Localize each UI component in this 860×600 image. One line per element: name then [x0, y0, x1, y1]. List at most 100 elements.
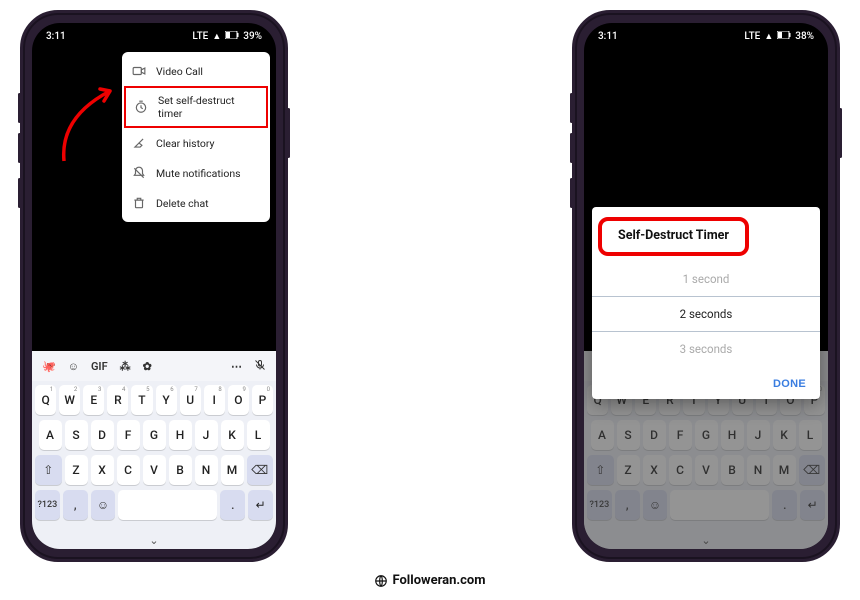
- key-w[interactable]: W2: [59, 385, 80, 415]
- chat-area: Video Call Set self-destruct timer Clear…: [32, 49, 276, 549]
- keyboard-rows: Q1W2E3R4T5Y6U7I8O9P0 ASDFGHJKL ⇧ZXCVBNM⌫…: [584, 381, 828, 531]
- key-l[interactable]: L: [247, 420, 270, 450]
- battery-icon: [777, 31, 791, 42]
- chevron-down-icon: ⌄: [701, 534, 710, 547]
- key-shift[interactable]: ⇧: [587, 455, 614, 485]
- broom-icon: [132, 136, 146, 150]
- picker-option[interactable]: 3 seconds: [592, 332, 820, 366]
- key-x[interactable]: X: [643, 455, 666, 485]
- key-l[interactable]: L: [799, 420, 822, 450]
- signal-icon: ▲: [764, 31, 773, 42]
- key-g[interactable]: G: [695, 420, 718, 450]
- key-comma[interactable]: ,: [615, 490, 640, 520]
- nav-gesture-hint: ⌄: [32, 531, 276, 549]
- menu-item-clear-history[interactable]: Clear history: [122, 128, 270, 158]
- key-x[interactable]: X: [91, 455, 114, 485]
- done-button[interactable]: DONE: [773, 378, 806, 390]
- key-s[interactable]: S: [65, 420, 88, 450]
- chat-area: Self-Destruct Timer 1 second 2 seconds 3…: [584, 49, 828, 549]
- key-f[interactable]: F: [117, 420, 140, 450]
- sticker-icon[interactable]: ☺: [68, 360, 79, 373]
- key-comma[interactable]: ,: [63, 490, 88, 520]
- key-backspace[interactable]: ⌫: [799, 455, 826, 485]
- keyboard-rows: Q1W2E3R4T5Y6U7I8O9P0 ASDFGHJKL ⇧ZXCVBNM⌫…: [32, 381, 276, 531]
- key-u[interactable]: U7: [180, 385, 201, 415]
- camera-notch: [697, 23, 715, 41]
- more-icon[interactable]: ⋯: [231, 360, 242, 373]
- picker-option-selected[interactable]: 2 seconds: [592, 296, 820, 332]
- key-d[interactable]: D: [643, 420, 666, 450]
- key-e[interactable]: E3: [83, 385, 104, 415]
- key-n[interactable]: N: [195, 455, 218, 485]
- key-d[interactable]: D: [91, 420, 114, 450]
- camera-notch: [145, 23, 163, 41]
- key-c[interactable]: C: [117, 455, 140, 485]
- mic-icon[interactable]: [254, 359, 266, 374]
- key-enter[interactable]: ↵: [800, 490, 825, 520]
- key-z[interactable]: Z: [65, 455, 88, 485]
- menu-item-label: Clear history: [156, 137, 215, 150]
- key-mode[interactable]: ?123: [35, 490, 60, 520]
- kb-row-4: ?123 , ☺ . ↵: [587, 490, 825, 520]
- key-p[interactable]: P0: [252, 385, 273, 415]
- key-space[interactable]: [670, 490, 769, 520]
- key-h[interactable]: H: [721, 420, 744, 450]
- key-space[interactable]: [118, 490, 217, 520]
- key-s[interactable]: S: [617, 420, 640, 450]
- key-period[interactable]: .: [220, 490, 245, 520]
- gif-button[interactable]: GIF: [91, 360, 108, 373]
- key-z[interactable]: Z: [617, 455, 640, 485]
- key-shift[interactable]: ⇧: [35, 455, 62, 485]
- phone-right: 3:11 LTE ▲ 38% Self-Destruct Timer: [572, 10, 840, 562]
- key-n[interactable]: N: [747, 455, 770, 485]
- keyboard: 🐙 ☺ GIF ⁂ ✿ ⋯ Q1W2E3R4T5Y6U7I8O9P0 ASDF: [32, 351, 276, 549]
- key-b[interactable]: B: [169, 455, 192, 485]
- screen-right: 3:11 LTE ▲ 38% Self-Destruct Timer: [584, 23, 828, 549]
- chevron-down-icon: ⌄: [149, 534, 158, 547]
- translate-icon[interactable]: ⁂: [120, 360, 131, 373]
- key-v[interactable]: V: [143, 455, 166, 485]
- menu-item-delete-chat[interactable]: Delete chat: [122, 188, 270, 218]
- key-i[interactable]: I8: [204, 385, 225, 415]
- battery-icon: [225, 31, 239, 42]
- key-t[interactable]: T5: [131, 385, 152, 415]
- key-h[interactable]: H: [169, 420, 192, 450]
- assistant-icon[interactable]: 🐙: [42, 360, 56, 373]
- key-j[interactable]: J: [195, 420, 218, 450]
- menu-item-mute[interactable]: Mute notifications: [122, 158, 270, 188]
- key-o[interactable]: O9: [228, 385, 249, 415]
- key-f[interactable]: F: [669, 420, 692, 450]
- status-time: 3:11: [598, 31, 618, 42]
- menu-item-self-destruct[interactable]: Set self-destruct timer: [124, 86, 268, 128]
- menu-item-label: Video Call: [156, 65, 203, 78]
- key-b[interactable]: B: [721, 455, 744, 485]
- key-m[interactable]: M: [773, 455, 796, 485]
- key-period[interactable]: .: [772, 490, 797, 520]
- key-v[interactable]: V: [695, 455, 718, 485]
- key-a[interactable]: A: [39, 420, 62, 450]
- menu-item-video-call[interactable]: Video Call: [122, 56, 270, 86]
- key-emoji[interactable]: ☺: [643, 490, 668, 520]
- key-m[interactable]: M: [221, 455, 244, 485]
- key-emoji[interactable]: ☺: [91, 490, 116, 520]
- key-a[interactable]: A: [591, 420, 614, 450]
- key-c[interactable]: C: [669, 455, 692, 485]
- self-destruct-dialog: Self-Destruct Timer 1 second 2 seconds 3…: [592, 207, 820, 399]
- key-k[interactable]: K: [221, 420, 244, 450]
- annotation-arrow-icon: [52, 77, 132, 167]
- key-backspace[interactable]: ⌫: [247, 455, 274, 485]
- key-g[interactable]: G: [143, 420, 166, 450]
- timer-picker[interactable]: 1 second 2 seconds 3 seconds: [592, 262, 820, 366]
- key-mode[interactable]: ?123: [587, 490, 612, 520]
- key-y[interactable]: Y6: [156, 385, 177, 415]
- timer-icon: [134, 100, 148, 114]
- key-k[interactable]: K: [773, 420, 796, 450]
- key-q[interactable]: Q1: [35, 385, 56, 415]
- picker-option[interactable]: 1 second: [592, 262, 820, 296]
- key-r[interactable]: R4: [107, 385, 128, 415]
- dialog-title-highlight: Self-Destruct Timer: [598, 217, 749, 256]
- key-enter[interactable]: ↵: [248, 490, 273, 520]
- settings-icon[interactable]: ✿: [143, 360, 152, 373]
- mute-icon: [132, 166, 146, 180]
- key-j[interactable]: J: [747, 420, 770, 450]
